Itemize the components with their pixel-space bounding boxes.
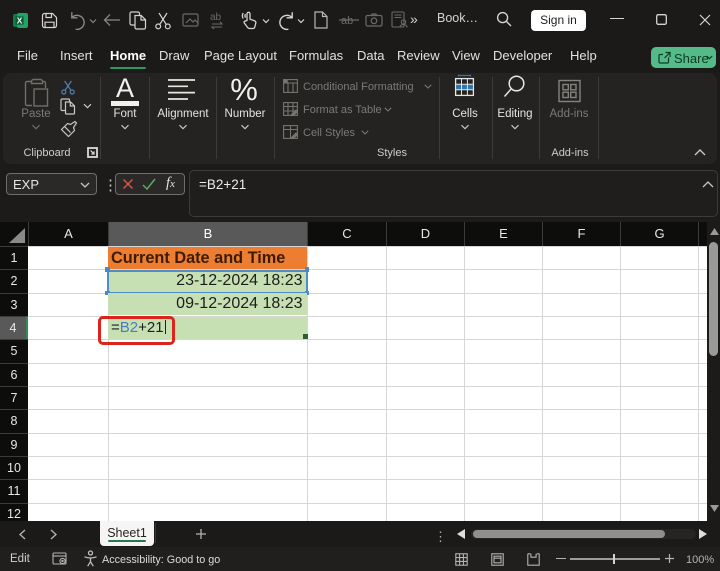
svg-text:X: X xyxy=(17,15,23,25)
svg-text:ab: ab xyxy=(210,12,222,23)
svg-text:ab: ab xyxy=(341,15,353,27)
